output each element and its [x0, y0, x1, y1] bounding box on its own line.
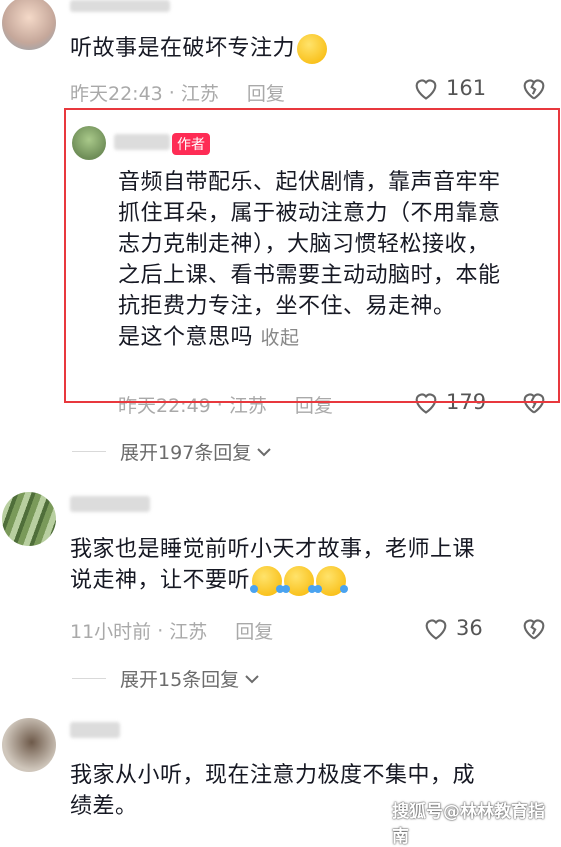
- crying-laughing-emoji-icon: [250, 566, 285, 596]
- comment-location: 江苏: [169, 621, 208, 643]
- dislike-button[interactable]: [520, 75, 548, 105]
- username-blurred[interactable]: [70, 496, 150, 512]
- expand-label: 展开15条回复: [120, 669, 240, 691]
- username-blurred[interactable]: [70, 722, 120, 738]
- comment-location: 江苏: [180, 83, 219, 105]
- expand-replies-button[interactable]: 展开15条回复: [72, 665, 261, 692]
- chevron-down-icon: [245, 674, 259, 683]
- heart-icon: [415, 79, 437, 100]
- reply-button[interactable]: 回复: [247, 79, 285, 106]
- text-line: 我家也是睡觉前听小天才故事，老师上课: [70, 537, 476, 562]
- like-count: 36: [456, 616, 483, 640]
- like-button[interactable]: 36: [422, 615, 483, 641]
- chevron-down-icon: [257, 447, 271, 456]
- avatar[interactable]: [2, 0, 56, 50]
- comment-meta: 昨天22:43 · 江苏 回复: [70, 79, 285, 106]
- divider-line: [72, 678, 106, 679]
- like-button[interactable]: 161: [412, 75, 486, 101]
- comment-text: 我家也是睡觉前听小天才故事，老师上课 说走神，让不要听: [70, 534, 475, 596]
- watermark: 搜狐号@林林教育指南: [392, 802, 545, 847]
- dislike-button[interactable]: [520, 615, 548, 645]
- crying-laughing-emoji-icon: [314, 566, 349, 596]
- reply-button[interactable]: 回复: [235, 617, 273, 644]
- broken-heart-icon: [523, 619, 545, 640]
- divider-line: [72, 451, 106, 452]
- text-line: 说走神，让不要听: [70, 568, 251, 593]
- comment-time: 11小时前: [70, 621, 152, 643]
- username-blurred[interactable]: [70, 0, 170, 12]
- avatar[interactable]: [2, 492, 56, 546]
- like-count: 161: [446, 76, 487, 100]
- comment-text: 听故事是在破坏专注力: [70, 33, 328, 64]
- smirk-emoji-icon: [297, 34, 328, 64]
- text-line: 我家从小听，现在注意力极度不集中，成: [70, 763, 476, 788]
- comment-meta: 11小时前 · 江苏 回复: [70, 617, 273, 644]
- avatar[interactable]: [2, 718, 56, 772]
- heart-icon: [425, 619, 447, 640]
- highlight-box: [64, 108, 560, 403]
- crying-laughing-emoji-icon: [282, 566, 317, 596]
- expand-label: 展开197条回复: [120, 442, 252, 464]
- expand-replies-button[interactable]: 展开197条回复: [72, 438, 273, 465]
- comment-time: 昨天22:43: [70, 83, 163, 105]
- broken-heart-icon: [523, 79, 545, 100]
